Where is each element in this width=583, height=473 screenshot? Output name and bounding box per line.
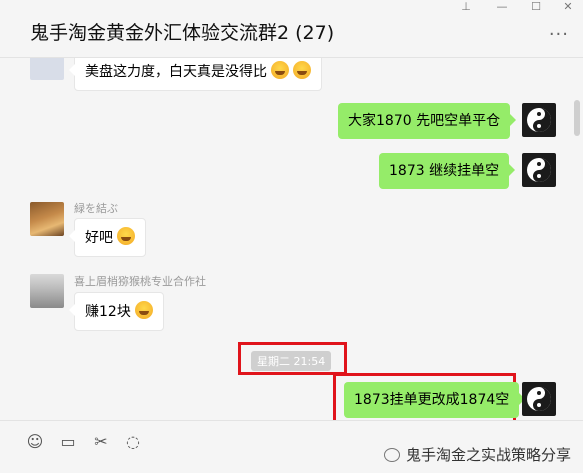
title-bar: 鬼手淘金黄金外汇体验交流群2 (27) ⊥ — ☐ ✕ ···	[0, 0, 583, 58]
scissors-icon[interactable]: ✂	[90, 431, 112, 453]
avatar[interactable]	[522, 153, 556, 187]
sender-name: 喜上眉梢猕猴桃专业合作社	[74, 275, 206, 288]
sender-name: 緑を結ぶ	[74, 202, 118, 215]
maximize-icon[interactable]: ☐	[526, 0, 546, 14]
scrollbar[interactable]	[574, 100, 580, 136]
taiji-icon	[527, 158, 551, 182]
avatar[interactable]	[30, 274, 64, 308]
avatar[interactable]	[522, 103, 556, 137]
chat-bubble-icon[interactable]: ◌	[122, 431, 144, 453]
message-bubble[interactable]: 好吧	[69, 218, 146, 257]
emoji-icon[interactable]: ☺	[24, 431, 46, 453]
pin-icon[interactable]: ⊥	[456, 0, 476, 14]
message-list[interactable]: 美盘这力度，白天真是没得比 大家1870 先吧空单平仓 1873 继续挂单空 緑…	[0, 58, 583, 420]
wechat-icon	[383, 448, 400, 462]
message-bubble[interactable]: 大家1870 先吧空单平仓	[338, 103, 517, 139]
taiji-icon	[527, 387, 551, 411]
watermark: 鬼手淘金之实战策略分享	[383, 444, 571, 465]
more-options-button[interactable]: ···	[549, 26, 569, 44]
message-bubble[interactable]: 1873挂单更改成1874空	[344, 382, 526, 418]
message-bubble[interactable]: 美盘这力度，白天真是没得比	[69, 58, 322, 91]
laugh-cry-emoji-icon	[117, 227, 135, 245]
timestamp: 星期二 21:54	[251, 351, 332, 371]
laugh-cry-emoji-icon	[293, 61, 311, 79]
input-toolbar: ☺ ▭ ✂ ◌ 鬼手淘金之实战策略分享	[0, 420, 583, 473]
message-text: 大家1870 先吧空单平仓	[348, 113, 501, 129]
close-icon[interactable]: ✕	[558, 0, 578, 14]
laugh-cry-emoji-icon	[134, 301, 153, 319]
taiji-icon	[527, 108, 551, 132]
avatar[interactable]	[30, 58, 64, 80]
message-bubble[interactable]: 赚12块	[69, 292, 164, 331]
chat-title: 鬼手淘金黄金外汇体验交流群2 (27)	[30, 22, 335, 44]
laugh-cry-emoji-icon	[271, 61, 289, 79]
avatar[interactable]	[522, 382, 556, 416]
folder-icon[interactable]: ▭	[57, 431, 79, 453]
avatar[interactable]	[30, 202, 64, 236]
minimize-icon[interactable]: —	[492, 0, 512, 14]
message-text: 好吧	[85, 230, 113, 246]
message-bubble[interactable]: 1873 继续挂单空	[379, 153, 516, 189]
message-text: 赚12块	[85, 304, 131, 320]
watermark-text: 鬼手淘金之实战策略分享	[405, 446, 571, 464]
message-text: 1873挂单更改成1874空	[354, 392, 510, 408]
message-text: 1873 继续挂单空	[389, 163, 500, 179]
message-text: 美盘这力度，白天真是没得比	[85, 64, 267, 80]
